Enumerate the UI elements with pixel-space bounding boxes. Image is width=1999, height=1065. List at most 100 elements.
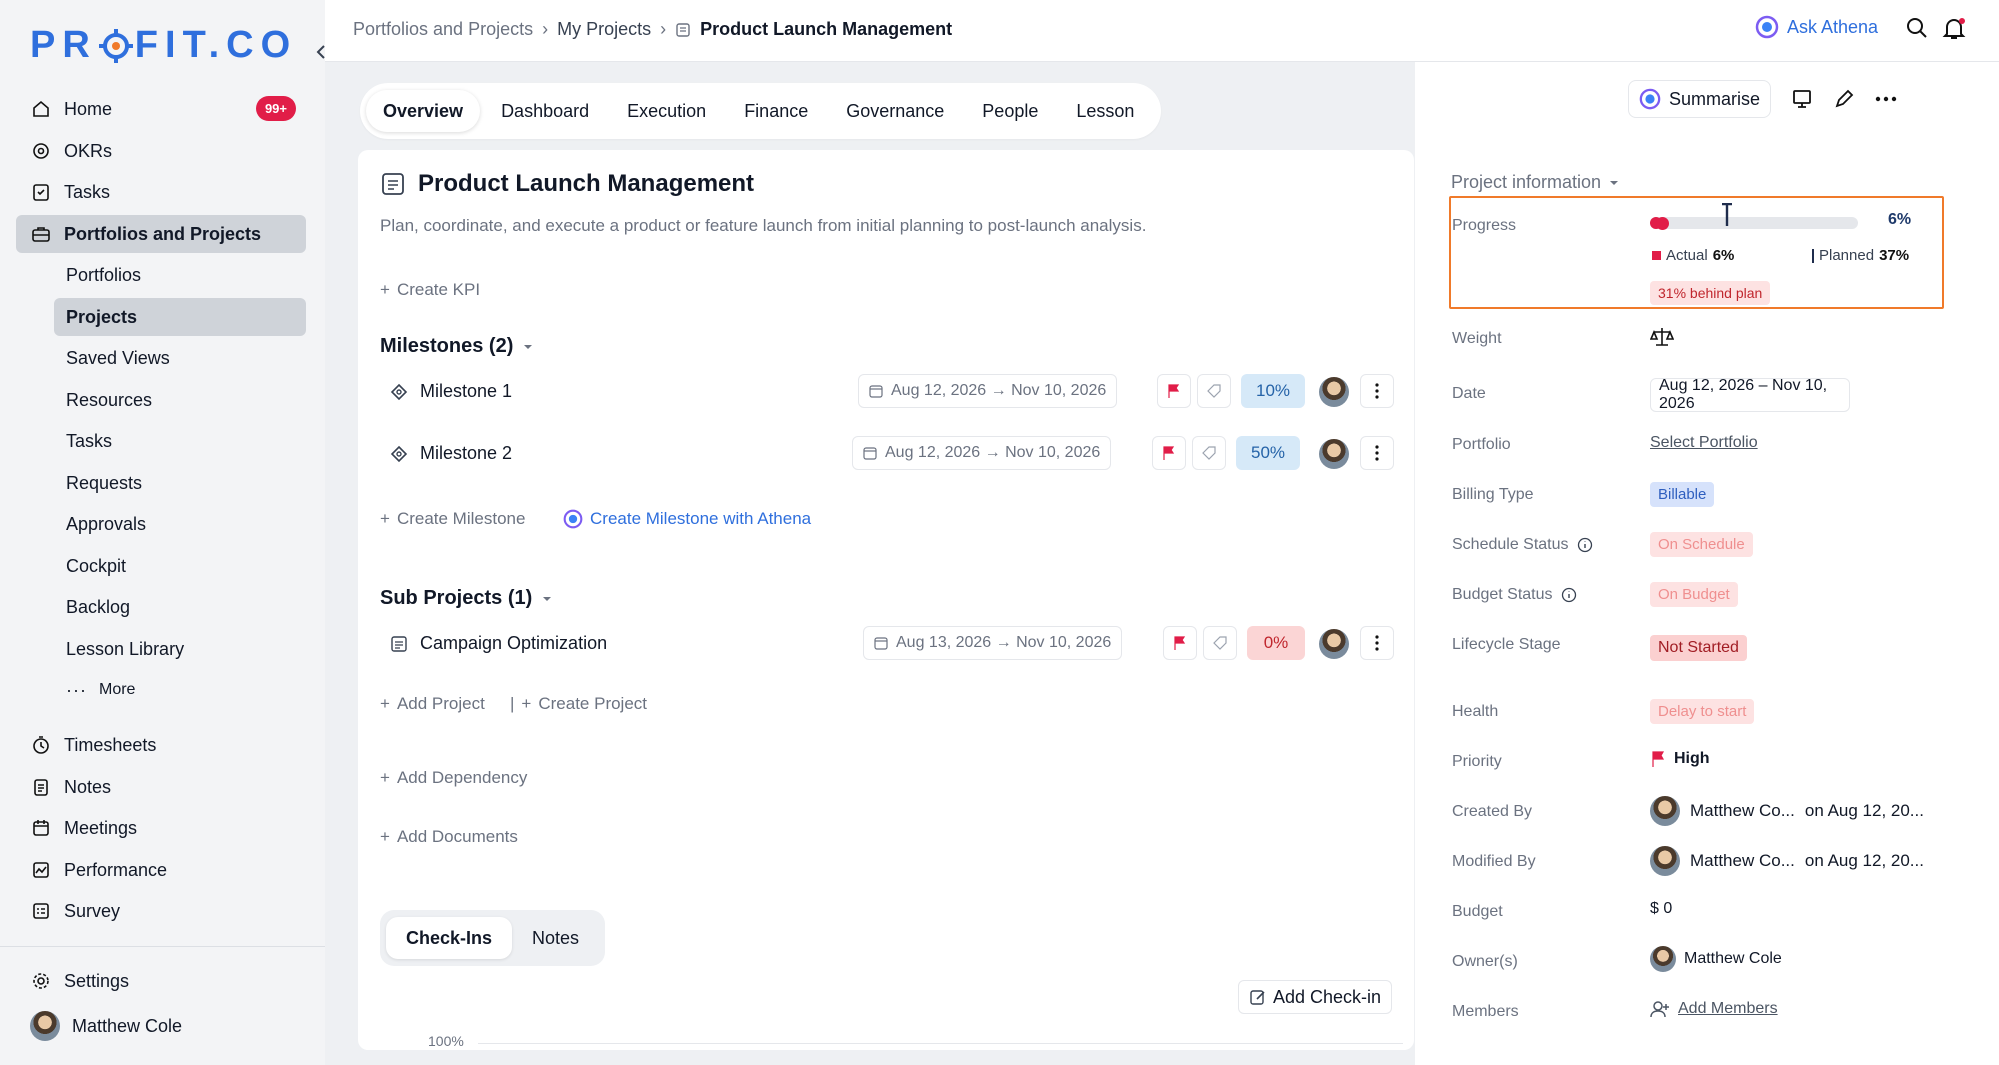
milestone-row[interactable]: Milestone 2 Aug 12, 2026 → Nov 10, 2026 … (380, 432, 1410, 476)
ask-athena-button[interactable]: Ask Athena (1755, 15, 1878, 39)
budget-status-badge[interactable]: On Budget (1650, 582, 1738, 607)
flag-icon[interactable] (1157, 374, 1191, 408)
sub-projects-header[interactable]: Sub Projects (1) (380, 587, 552, 610)
more-vertical-icon[interactable] (1360, 374, 1394, 408)
nav-item-meetings[interactable]: Meetings (16, 809, 306, 847)
milestone-row[interactable]: Milestone 1 Aug 12, 2026 → Nov 10, 2026 … (380, 370, 1410, 414)
add-check-in-button[interactable]: Add Check-in (1238, 980, 1393, 1014)
tab-lesson[interactable]: Lesson (1059, 90, 1151, 132)
flag-icon[interactable] (1163, 626, 1197, 660)
budget-value[interactable]: $ 0 (1650, 900, 1672, 918)
milestone-progress-badge[interactable]: 50% (1236, 436, 1300, 470)
schedule-status-badge[interactable]: On Schedule (1650, 532, 1753, 557)
search-icon[interactable] (1905, 16, 1931, 42)
nav-item-timesheets[interactable]: Timesheets (16, 726, 306, 764)
tag-icon[interactable] (1197, 374, 1231, 408)
priority-value[interactable]: High (1650, 750, 1710, 768)
tab-overview[interactable]: Overview (366, 90, 481, 132)
tag-icon[interactable] (1203, 626, 1237, 660)
create-milestone-athena-button[interactable]: Create Milestone with Athena (563, 509, 811, 529)
add-members-button[interactable]: Add Members (1650, 1000, 1778, 1018)
nav-item-performance[interactable]: Performance (16, 851, 306, 889)
create-project-button[interactable]: | + Create Project (510, 694, 647, 714)
sub-item-resources[interactable]: Resources (54, 381, 306, 419)
home-icon (30, 98, 52, 120)
nav-item-survey[interactable]: Survey (16, 892, 306, 930)
nav-item-tasks[interactable]: Tasks (16, 173, 306, 211)
sub-item-backlog[interactable]: Backlog (54, 588, 306, 626)
more-vertical-icon[interactable] (1360, 626, 1394, 660)
more-horizontal-icon[interactable] (1875, 96, 1897, 102)
tab-check-ins[interactable]: Check-Ins (386, 917, 513, 959)
scale-icon[interactable] (1650, 325, 1674, 349)
progress-bar[interactable]: 6% (1650, 203, 1940, 245)
sub-project-row[interactable]: Campaign Optimization Aug 13, 2026 → Nov… (380, 622, 1410, 666)
assignee-avatar[interactable] (1319, 629, 1349, 659)
breadcrumb-separator-icon: › (542, 19, 549, 39)
sub-item-cockpit[interactable]: Cockpit (54, 547, 306, 585)
create-milestone-button[interactable]: + Create Milestone (380, 509, 525, 529)
sub-item-portfolios[interactable]: Portfolios (54, 256, 306, 294)
sub-item-lesson-library[interactable]: Lesson Library (54, 630, 306, 668)
milestone-date-range[interactable]: Aug 12, 2026 → Nov 10, 2026 (858, 374, 1118, 408)
add-documents-button[interactable]: + Add Documents (380, 827, 518, 847)
health-badge[interactable]: Delay to start (1650, 699, 1755, 724)
nav-item-okrs[interactable]: OKRs (16, 132, 306, 170)
created-by-name[interactable]: Matthew Co... (1690, 801, 1795, 821)
add-user-icon (1650, 1000, 1670, 1018)
project-information-header[interactable]: Project information (1451, 172, 1619, 193)
milestone-name-text: Milestone 2 (420, 443, 513, 463)
tab-execution[interactable]: Execution (610, 90, 723, 132)
sub-item-requests[interactable]: Requests (54, 464, 306, 502)
breadcrumb: Portfolios and Projects › My Projects › … (353, 19, 952, 40)
assignee-avatar[interactable] (1319, 439, 1349, 469)
tab-finance[interactable]: Finance (727, 90, 825, 132)
sub-item-tasks[interactable]: Tasks (54, 422, 306, 460)
sub-project-date-range[interactable]: Aug 13, 2026 → Nov 10, 2026 (863, 626, 1123, 660)
sub-item-projects[interactable]: Projects (54, 298, 306, 336)
bell-icon[interactable] (1941, 16, 1967, 42)
select-portfolio-link[interactable]: Select Portfolio (1650, 434, 1758, 452)
owners-value[interactable]: Matthew Cole (1650, 946, 1782, 972)
milestone-date-range[interactable]: Aug 12, 2026 → Nov 10, 2026 (852, 436, 1112, 470)
create-kpi-button[interactable]: + Create KPI (380, 280, 480, 300)
nav-item-home[interactable]: Home 99+ (16, 90, 306, 128)
breadcrumb-separator-icon: › (660, 19, 667, 39)
billing-type-label: Billing Type (1452, 486, 1534, 503)
sub-project-progress-badge[interactable]: 0% (1247, 626, 1305, 660)
add-project-button[interactable]: + Add Project (380, 694, 485, 714)
nav-item-portfolios-and-projects[interactable]: Portfolios and Projects (16, 215, 306, 253)
sub-item-saved-views[interactable]: Saved Views (54, 339, 306, 377)
info-icon[interactable] (1577, 537, 1593, 553)
pencil-icon[interactable] (1833, 88, 1855, 110)
date-field[interactable]: Aug 12, 2026 – Nov 10, 2026 (1650, 377, 1850, 412)
milestones-header[interactable]: Milestones (2) (380, 335, 533, 358)
nav-item-label: Tasks (64, 181, 111, 202)
modified-by-name[interactable]: Matthew Co... (1690, 851, 1795, 871)
profit-co-logo[interactable]: PR FIT.CO (30, 24, 297, 67)
assignee-avatar[interactable] (1319, 377, 1349, 407)
sub-item-more[interactable]: ··· More (54, 671, 306, 709)
tab-notes[interactable]: Notes (512, 917, 599, 959)
breadcrumb-portfolios-and-projects[interactable]: Portfolios and Projects (353, 19, 533, 40)
nav-item-notes[interactable]: Notes (16, 768, 306, 806)
nav-item-label: Notes (64, 776, 112, 797)
tab-governance[interactable]: Governance (829, 90, 961, 132)
add-dependency-button[interactable]: + Add Dependency (380, 768, 527, 788)
more-vertical-icon[interactable] (1360, 436, 1394, 470)
sub-item-approvals[interactable]: Approvals (54, 505, 306, 543)
chevron-down-icon (1609, 179, 1619, 187)
user-profile[interactable]: Matthew Cole (16, 1007, 306, 1045)
milestone-progress-badge[interactable]: 10% (1241, 374, 1305, 408)
breadcrumb-my-projects[interactable]: My Projects (557, 19, 651, 40)
nav-item-settings[interactable]: Settings (16, 962, 306, 1000)
summarise-button[interactable]: Summarise (1628, 80, 1772, 118)
flag-icon[interactable] (1152, 436, 1186, 470)
tab-dashboard[interactable]: Dashboard (484, 90, 606, 132)
info-icon[interactable] (1561, 587, 1577, 603)
lifecycle-stage-badge[interactable]: Not Started (1650, 635, 1747, 661)
presentation-icon[interactable] (1791, 88, 1813, 110)
billing-type-badge[interactable]: Billable (1650, 482, 1715, 507)
tab-people[interactable]: People (965, 90, 1055, 132)
tag-icon[interactable] (1192, 436, 1226, 470)
